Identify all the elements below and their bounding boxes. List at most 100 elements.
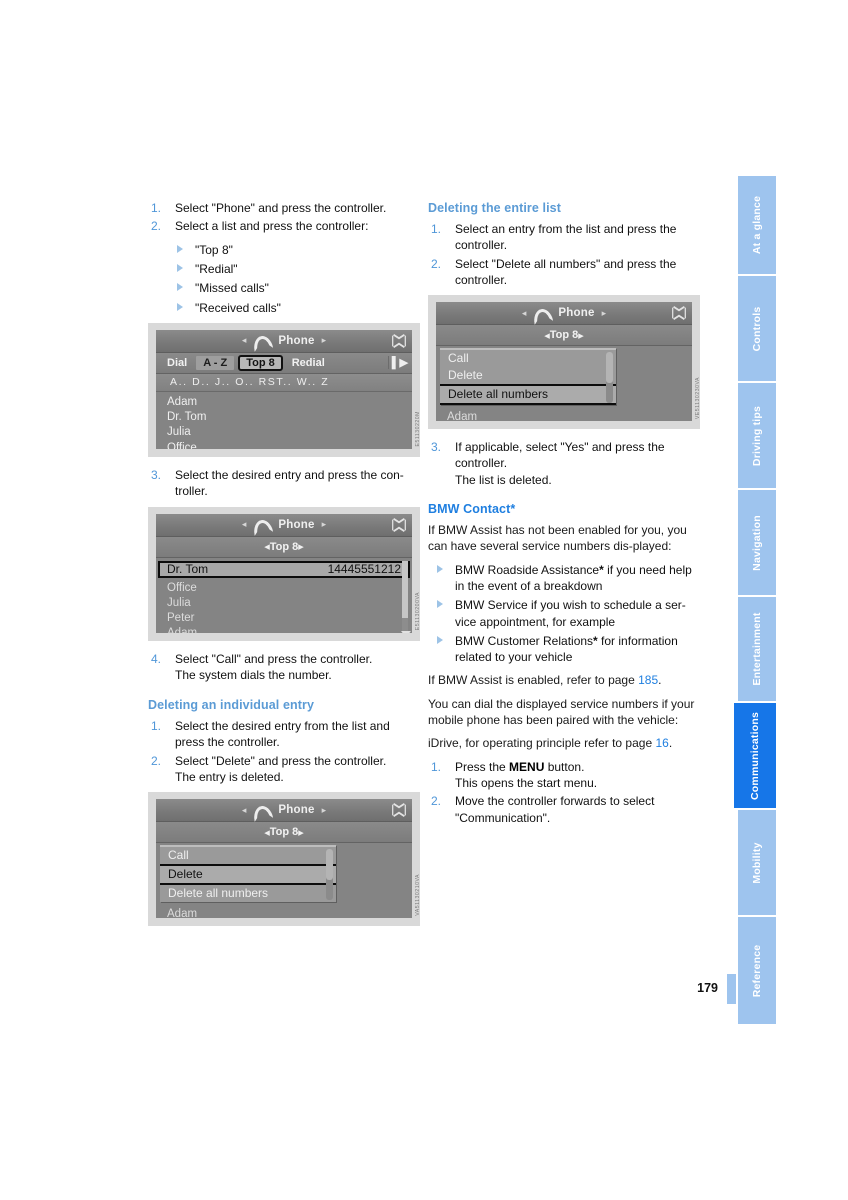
step-item: 2. Select "Delete all numbers" and press… [428,256,700,289]
steps-top: 1. Select "Phone" and press the controll… [148,200,420,235]
steps-individual: 1. Select the desired entry from the lis… [148,718,420,785]
list-item-label: "Redial" [195,261,238,276]
screen-list-item[interactable]: Office [156,441,412,449]
right-arrow-icon[interactable]: ▸ [298,826,304,839]
screen-list-item[interactable]: Adam [156,907,412,918]
list-item-label: "Top 8" [195,242,233,257]
right-arrow-icon[interactable]: ▸ [298,540,304,553]
step-number: 2. [431,794,442,809]
screen-title-bar: ◂ Phone ▸ [436,302,692,326]
idrive-controller-icon [392,803,406,818]
step-item: 2. Select "Delete" and press the control… [148,753,420,786]
list-options: "Top 8" "Redial" "Missed calls" "Receive… [175,242,420,316]
rail-tab-controls[interactable]: Controls [738,276,776,383]
screen-list-item[interactable]: Dr. Tom [156,410,412,425]
rail-tab-label: Controls [751,306,763,351]
step-text: Select "Delete" and press the controller… [175,753,387,768]
page-number: 179 [697,981,718,995]
screen-context-menu: Call Delete Delete all numbers [160,845,336,903]
menu-item-call[interactable]: Call [160,847,336,864]
step-text: Select "Call" and press the controller. [175,651,373,666]
step-item: 2. Move the controller forwards to selec… [428,793,700,826]
step-item: 3. If applicable, select "Yes" and press… [428,439,700,488]
screen-list-item[interactable]: Julia [156,425,412,440]
step-item: 1. Press the MENU button. This opens the… [428,759,700,792]
screen-list-item[interactable]: Adam [156,395,412,410]
selected-entry-number: 14445551212 [327,562,401,576]
rail-tab-mobility[interactable]: Mobility [738,810,776,917]
screen-context-menu: Call Delete Delete all numbers [440,348,616,406]
screen-list-item[interactable]: Adam [156,626,412,632]
assist-note-period: . [658,673,662,688]
menu-item-delete[interactable]: Delete [440,367,616,384]
screen-list-item[interactable]: Peter [156,611,412,626]
screen-tab-bar: Dial A - Z Top 8 Redial ▌▶ [156,352,412,374]
rail-tab-reference[interactable]: Reference [738,917,776,1024]
list-item: "Received calls" [175,300,420,316]
list-item: BMW Service if you wish to schedule a se… [428,597,700,630]
step-item: 1. Select "Phone" and press the controll… [148,200,420,216]
triangle-bullet-icon [437,564,443,573]
step-number: 2. [431,256,442,271]
left-arrow-icon: ◂ [241,335,247,346]
left-arrow-icon: ◂ [241,804,247,815]
screen-alpha-strip[interactable]: A.. D.. J.. O.. RST.. W.. Z [156,373,412,392]
menu-item-delete[interactable]: Delete [160,864,336,886]
page-reference-16[interactable]: 16 [655,736,668,750]
screen-tab-redial[interactable]: Redial [285,356,332,370]
screen-breadcrumb-bar: ◂ Top 8 ▸ [156,822,412,844]
rail-tab-navigation[interactable]: Navigation [738,490,776,597]
figure-code: E51130200VA [415,592,421,631]
step-number: 1. [431,759,442,774]
rail-tab-communications[interactable]: Communications [734,703,776,810]
idrive-screen: ◂ Phone ▸ ◂ Top 8 ▸ Dr. Tom 14445551212 … [156,513,412,633]
screen-tab-dial[interactable]: Dial [160,356,194,370]
right-arrow-icon[interactable]: ▸ [578,329,584,342]
rail-tab-driving-tips[interactable]: Driving tips [738,383,776,490]
list-item: "Redial" [175,261,420,277]
manual-page: 1. Select "Phone" and press the controll… [0,0,848,1200]
screen-scrollbar[interactable] [401,560,411,633]
screen-entry-list: x x x Peter Adam Call Delete Delete all … [156,843,412,919]
menu-item-call[interactable]: Call [440,350,616,367]
screen-selected-entry[interactable]: Dr. Tom 14445551212 [158,560,410,578]
screen-breadcrumb: Top 8 [269,540,299,553]
screen-tab-next-icon[interactable]: ▌▶ [387,356,408,370]
menu-scrollbar-thumb[interactable] [606,352,613,383]
menu-button-label: MENU [509,759,545,774]
list-item-label: "Missed calls" [195,281,269,296]
screen-title-bar: ◂ Phone ▸ [156,329,412,353]
menu-scrollbar[interactable] [606,352,613,404]
screen-tab-az[interactable]: A - Z [196,355,235,370]
screen-list-item[interactable]: Julia [156,596,412,611]
menu-scrollbar[interactable] [326,849,333,901]
rail-tab-entertainment[interactable]: Entertainment [738,597,776,703]
rail-tab-at-a-glance[interactable]: At a glance [738,176,776,276]
rail-tab-label: Reference [751,944,763,997]
screen-title: Phone [278,518,315,531]
step-text: If applicable, select "Yes" and press th… [455,440,665,471]
figure-code: E51130220M [415,411,421,447]
rail-tab-label: At a glance [751,195,763,255]
menu-item-delete-all[interactable]: Delete all numbers [440,384,616,406]
screen-list-item[interactable]: Office [156,581,412,596]
list-item-label: "Received calls" [195,300,281,315]
page-reference-185[interactable]: 185 [638,673,658,687]
heading-deleting-individual: Deleting an individual entry [148,698,315,713]
figure-phone-top8-list: ◂ Phone ▸ Dial A - Z Top 8 Redial ▌▶ A..… [148,322,421,457]
step-number: 1. [431,221,442,236]
step-number: 1. [151,719,162,733]
rail-tab-label: Mobility [751,841,763,884]
screen-list-item[interactable]: Adam [436,410,692,421]
left-column: 1. Select "Phone" and press the controll… [148,200,421,936]
menu-scrollbar-thumb[interactable] [326,849,333,880]
handset-icon [253,336,272,345]
scrollbar-thumb[interactable] [402,560,408,619]
service-label: BMW Service if you wish to schedule a se… [455,598,686,629]
step-number: 2. [151,753,162,768]
right-arrow-icon: ▸ [601,307,607,318]
screen-tab-top8[interactable]: Top 8 [238,354,283,371]
service-label: BMW Roadside Assistance [455,562,600,577]
menu-item-delete-all[interactable]: Delete all numbers [160,885,336,902]
step-subtext: The entry is deleted. [175,769,284,784]
